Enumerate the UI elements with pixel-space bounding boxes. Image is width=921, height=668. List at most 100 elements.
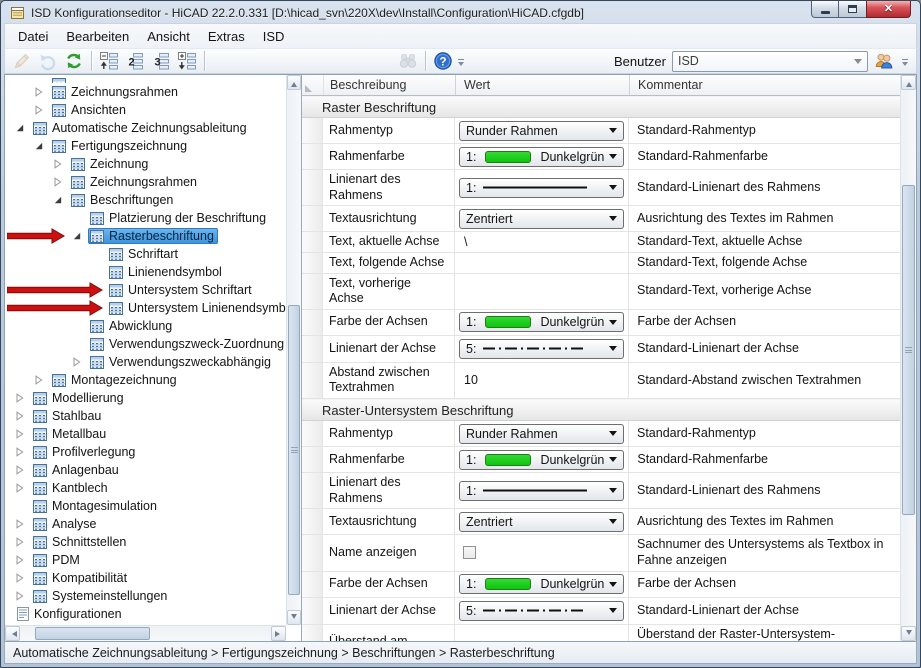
tree-item-analyse[interactable]: Analyse (5, 515, 286, 533)
tree-expand-arrow-icon[interactable] (15, 573, 31, 583)
tree-expand-arrow-icon[interactable] (72, 357, 88, 367)
tree-item-modellierung[interactable]: Modellierung (5, 389, 286, 407)
color-dropdown[interactable]: 1:Dunkelgrün (459, 574, 624, 594)
expand-tree-button[interactable] (174, 49, 200, 73)
tree-item-montagesimulation[interactable]: Montagesimulation (5, 497, 286, 515)
scroll-right-icon[interactable] (271, 626, 286, 641)
tree-expand-arrow-icon[interactable] (15, 519, 31, 529)
tree-item-profilverlegung[interactable]: Profilverlegung (5, 443, 286, 461)
dropdown[interactable]: Runder Rahmen (459, 424, 624, 444)
tree-item-systemeinstellungen[interactable]: Systemeinstellungen (5, 587, 286, 605)
tree-collapse-arrow-icon[interactable] (72, 231, 88, 241)
scroll-up-icon[interactable] (287, 75, 301, 90)
tree-item-pdm[interactable]: PDM (5, 551, 286, 569)
tree-node[interactable]: Metallbau (31, 426, 110, 442)
tree-node[interactable]: Ansichten (50, 102, 130, 118)
color-dropdown[interactable]: 1:Dunkelgrün (459, 312, 624, 332)
tree-expand-arrow-icon[interactable] (34, 375, 50, 385)
value-text[interactable]: 10 (459, 373, 478, 387)
tree-node[interactable]: Zeichnung (69, 156, 152, 172)
maximize-button[interactable] (839, 1, 866, 18)
tree-item-kantblech[interactable]: Kantblech (5, 479, 286, 497)
tree-expand-arrow-icon[interactable] (15, 591, 31, 601)
tree-node[interactable]: Analyse (31, 516, 100, 532)
scroll-up-icon[interactable] (901, 75, 916, 90)
tree-item-fertigungszeichnung[interactable]: Fertigungszeichnung (5, 137, 286, 155)
column-header-wert[interactable]: Wert (455, 75, 629, 95)
grid-vscroll-thumb[interactable] (902, 185, 915, 515)
tree-node[interactable]: Konfigurationen (15, 606, 126, 622)
tree-node[interactable]: Automatische Zeichnungsableitung (31, 120, 251, 136)
scroll-down-icon[interactable] (287, 610, 301, 625)
tree-item-kompatibilit-t[interactable]: Kompatibilität (5, 569, 286, 587)
expand-level-3-button[interactable]: 3 (148, 49, 174, 73)
column-header-beschreibung[interactable]: Beschreibung (323, 75, 455, 95)
tree-vertical-scrollbar[interactable] (286, 75, 301, 625)
tree-node[interactable]: Modellierung (31, 390, 128, 406)
scroll-down-icon[interactable] (901, 626, 916, 641)
tree-node[interactable]: Systemeinstellungen (31, 588, 171, 604)
tree-collapse-arrow-icon[interactable] (15, 123, 31, 133)
tree-expand-arrow-icon[interactable] (15, 483, 31, 493)
tree-node[interactable]: Untersystem Linienendsymbol (107, 300, 286, 316)
tree-item-beschriftungen[interactable]: Beschriftungen (5, 191, 286, 209)
grid-corner[interactable] (302, 75, 323, 95)
tree-item-rasterbeschriftung[interactable]: Rasterbeschriftung (5, 227, 286, 245)
tree-node[interactable] (50, 75, 70, 83)
tree-node[interactable]: Platzierung der Beschriftung (88, 210, 270, 226)
tree-node[interactable]: Schriftart (107, 246, 182, 262)
tree-item-verwendungszweck-zuordnung[interactable]: Verwendungszweck-Zuordnung (5, 335, 286, 353)
tree-expand-arrow-icon[interactable] (15, 393, 31, 403)
tree-item-platzierung-der-beschriftung[interactable]: Platzierung der Beschriftung (5, 209, 286, 227)
user-combobox[interactable]: ISD (672, 51, 868, 72)
tree-node[interactable]: Fertigungszeichnung (50, 138, 191, 154)
tree-item-ansichten[interactable]: Ansichten (5, 101, 286, 119)
tree-node[interactable]: Montagezeichnung (50, 372, 181, 388)
tree-node[interactable]: Zeichnungsrahmen (50, 84, 182, 100)
linestyle-dropdown[interactable]: 5: (459, 339, 624, 359)
tree-node[interactable]: Untersystem Schriftart (107, 282, 256, 298)
tree-item-stahlbau[interactable]: Stahlbau (5, 407, 286, 425)
tree-node[interactable]: Stahlbau (31, 408, 105, 424)
tree-item-verwendungszweckabh-ngig[interactable]: Verwendungszweckabhängig (5, 353, 286, 371)
menu-isd[interactable]: ISD (254, 26, 294, 47)
tree-item-zeichnungsrahmen[interactable]: Zeichnungsrahmen (5, 83, 286, 101)
users-icon[interactable] (874, 51, 894, 71)
tree-vscroll-thumb[interactable] (288, 305, 300, 595)
linestyle-dropdown[interactable]: 1: (459, 481, 624, 501)
menu-ansicht[interactable]: Ansicht (138, 26, 199, 47)
section-header[interactable]: Raster Beschriftung (302, 96, 900, 118)
tree-expand-arrow-icon[interactable] (15, 465, 31, 475)
checkbox[interactable] (463, 546, 476, 559)
tree-node[interactable]: Zeichnungsrahmen (69, 174, 201, 190)
tree-item-linienendsymbol[interactable]: Linienendsymbol (5, 263, 286, 281)
color-dropdown[interactable]: 1:Dunkelgrün (459, 450, 624, 470)
help-button[interactable]: ? (430, 49, 456, 73)
linestyle-dropdown[interactable]: 1: (459, 178, 624, 198)
tree-expand-arrow-icon[interactable] (15, 429, 31, 439)
tree-node[interactable]: Profilverlegung (31, 444, 139, 460)
tree-item-untersystem-linienendsymbol[interactable]: Untersystem Linienendsymbol (5, 299, 286, 317)
tree-horizontal-scrollbar[interactable] (5, 625, 286, 641)
dropdown[interactable]: Zentriert (459, 512, 624, 532)
tree-expand-arrow-icon[interactable] (15, 411, 31, 421)
tree-item[interactable] (5, 75, 286, 83)
minimize-button[interactable] (811, 1, 839, 18)
tree-node[interactable]: Linienendsymbol (107, 264, 226, 280)
tree-item-automatische-zeichnungsableitung[interactable]: Automatische Zeichnungsableitung (5, 119, 286, 137)
tree-collapse-arrow-icon[interactable] (53, 195, 69, 205)
tree-node-selected[interactable]: Rasterbeschriftung (88, 228, 218, 244)
tree-item-untersystem-schriftart[interactable]: Untersystem Schriftart (5, 281, 286, 299)
tree-node[interactable]: Montagesimulation (31, 498, 161, 514)
tree-node[interactable]: Schnittstellen (31, 534, 130, 550)
tree-node[interactable]: Verwendungszweck-Zuordnung (88, 336, 286, 352)
tree-item-zeichnung[interactable]: Zeichnung (5, 155, 286, 173)
tree-expand-arrow-icon[interactable] (53, 159, 69, 169)
menu-extras[interactable]: Extras (199, 26, 254, 47)
tree-item-konfigurationen[interactable]: Konfigurationen (5, 605, 286, 623)
tree-hscroll-thumb[interactable] (35, 627, 150, 640)
tree-expand-arrow-icon[interactable] (34, 87, 50, 97)
value-text[interactable]: \ (459, 235, 467, 249)
tree-expand-arrow-icon[interactable] (15, 537, 31, 547)
collapse-tree-button[interactable] (96, 49, 122, 73)
